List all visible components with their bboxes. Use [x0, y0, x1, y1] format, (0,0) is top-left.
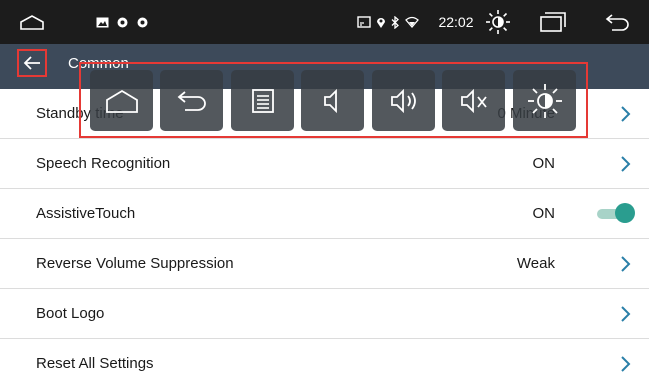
quick-brightness-button[interactable] [513, 70, 576, 131]
arrow-left-icon [23, 56, 40, 70]
screen: 22:02 Common Standby time Speech Recogni… [0, 0, 649, 386]
setting-row-boot-logo[interactable]: Boot Logo [0, 289, 649, 339]
chevron-right-icon[interactable] [615, 254, 635, 274]
chevron-right-icon[interactable] [615, 104, 635, 124]
chevron-right-icon[interactable] [615, 154, 635, 174]
back-icon [177, 90, 206, 111]
settings-gear-icon [134, 0, 150, 44]
setting-value: Weak [516, 255, 555, 272]
home-outline-icon[interactable] [18, 0, 46, 44]
quick-volume-up-button[interactable] [372, 70, 435, 131]
brightness-icon[interactable] [483, 0, 513, 44]
settings-gear-icon [114, 0, 130, 44]
screen-cast-icon [356, 0, 372, 44]
chevron-right-icon[interactable] [615, 354, 635, 374]
quick-mute-button[interactable] [442, 70, 505, 131]
setting-label: AssistiveTouch [36, 205, 136, 222]
setting-value: ON [532, 155, 556, 172]
back-button[interactable] [17, 49, 47, 77]
home-icon [105, 89, 138, 113]
setting-label: Boot Logo [36, 305, 105, 322]
back-arrow-icon[interactable] [602, 0, 632, 44]
wifi-icon [404, 0, 420, 44]
quick-back-button[interactable] [160, 70, 223, 131]
brightness-icon [527, 83, 562, 118]
quick-home-button[interactable] [90, 70, 153, 131]
setting-label: Speech Recognition [36, 155, 171, 172]
chevron-right-icon[interactable] [615, 304, 635, 324]
setting-label: Reset All Settings [36, 355, 154, 372]
setting-label: Reverse Volume Suppression [36, 255, 234, 272]
menu-list-icon [251, 88, 274, 113]
setting-row-reverse-volume-suppression[interactable]: Reverse Volume Suppression Weak [0, 239, 649, 289]
status-bar: 22:02 [0, 0, 649, 44]
location-pin-icon [375, 0, 387, 44]
setting-row-assistivetouch[interactable]: AssistiveTouch ON [0, 189, 649, 239]
volume-down-icon [323, 88, 337, 113]
quick-menu-button[interactable] [231, 70, 294, 131]
setting-row-speech-recognition[interactable]: Speech Recognition ON [0, 139, 649, 189]
toggle-knob [615, 203, 635, 223]
mute-icon [460, 88, 487, 113]
bluetooth-icon [389, 0, 401, 44]
status-time: 22:02 [438, 14, 474, 30]
gallery-icon [94, 0, 110, 44]
quick-volume-down-button[interactable] [301, 70, 364, 131]
volume-up-icon [390, 88, 416, 113]
window-icon[interactable] [538, 0, 568, 44]
assistivetouch-toggle[interactable] [597, 203, 635, 223]
setting-value: ON [532, 205, 556, 222]
setting-row-reset-all-settings[interactable]: Reset All Settings [0, 339, 649, 386]
